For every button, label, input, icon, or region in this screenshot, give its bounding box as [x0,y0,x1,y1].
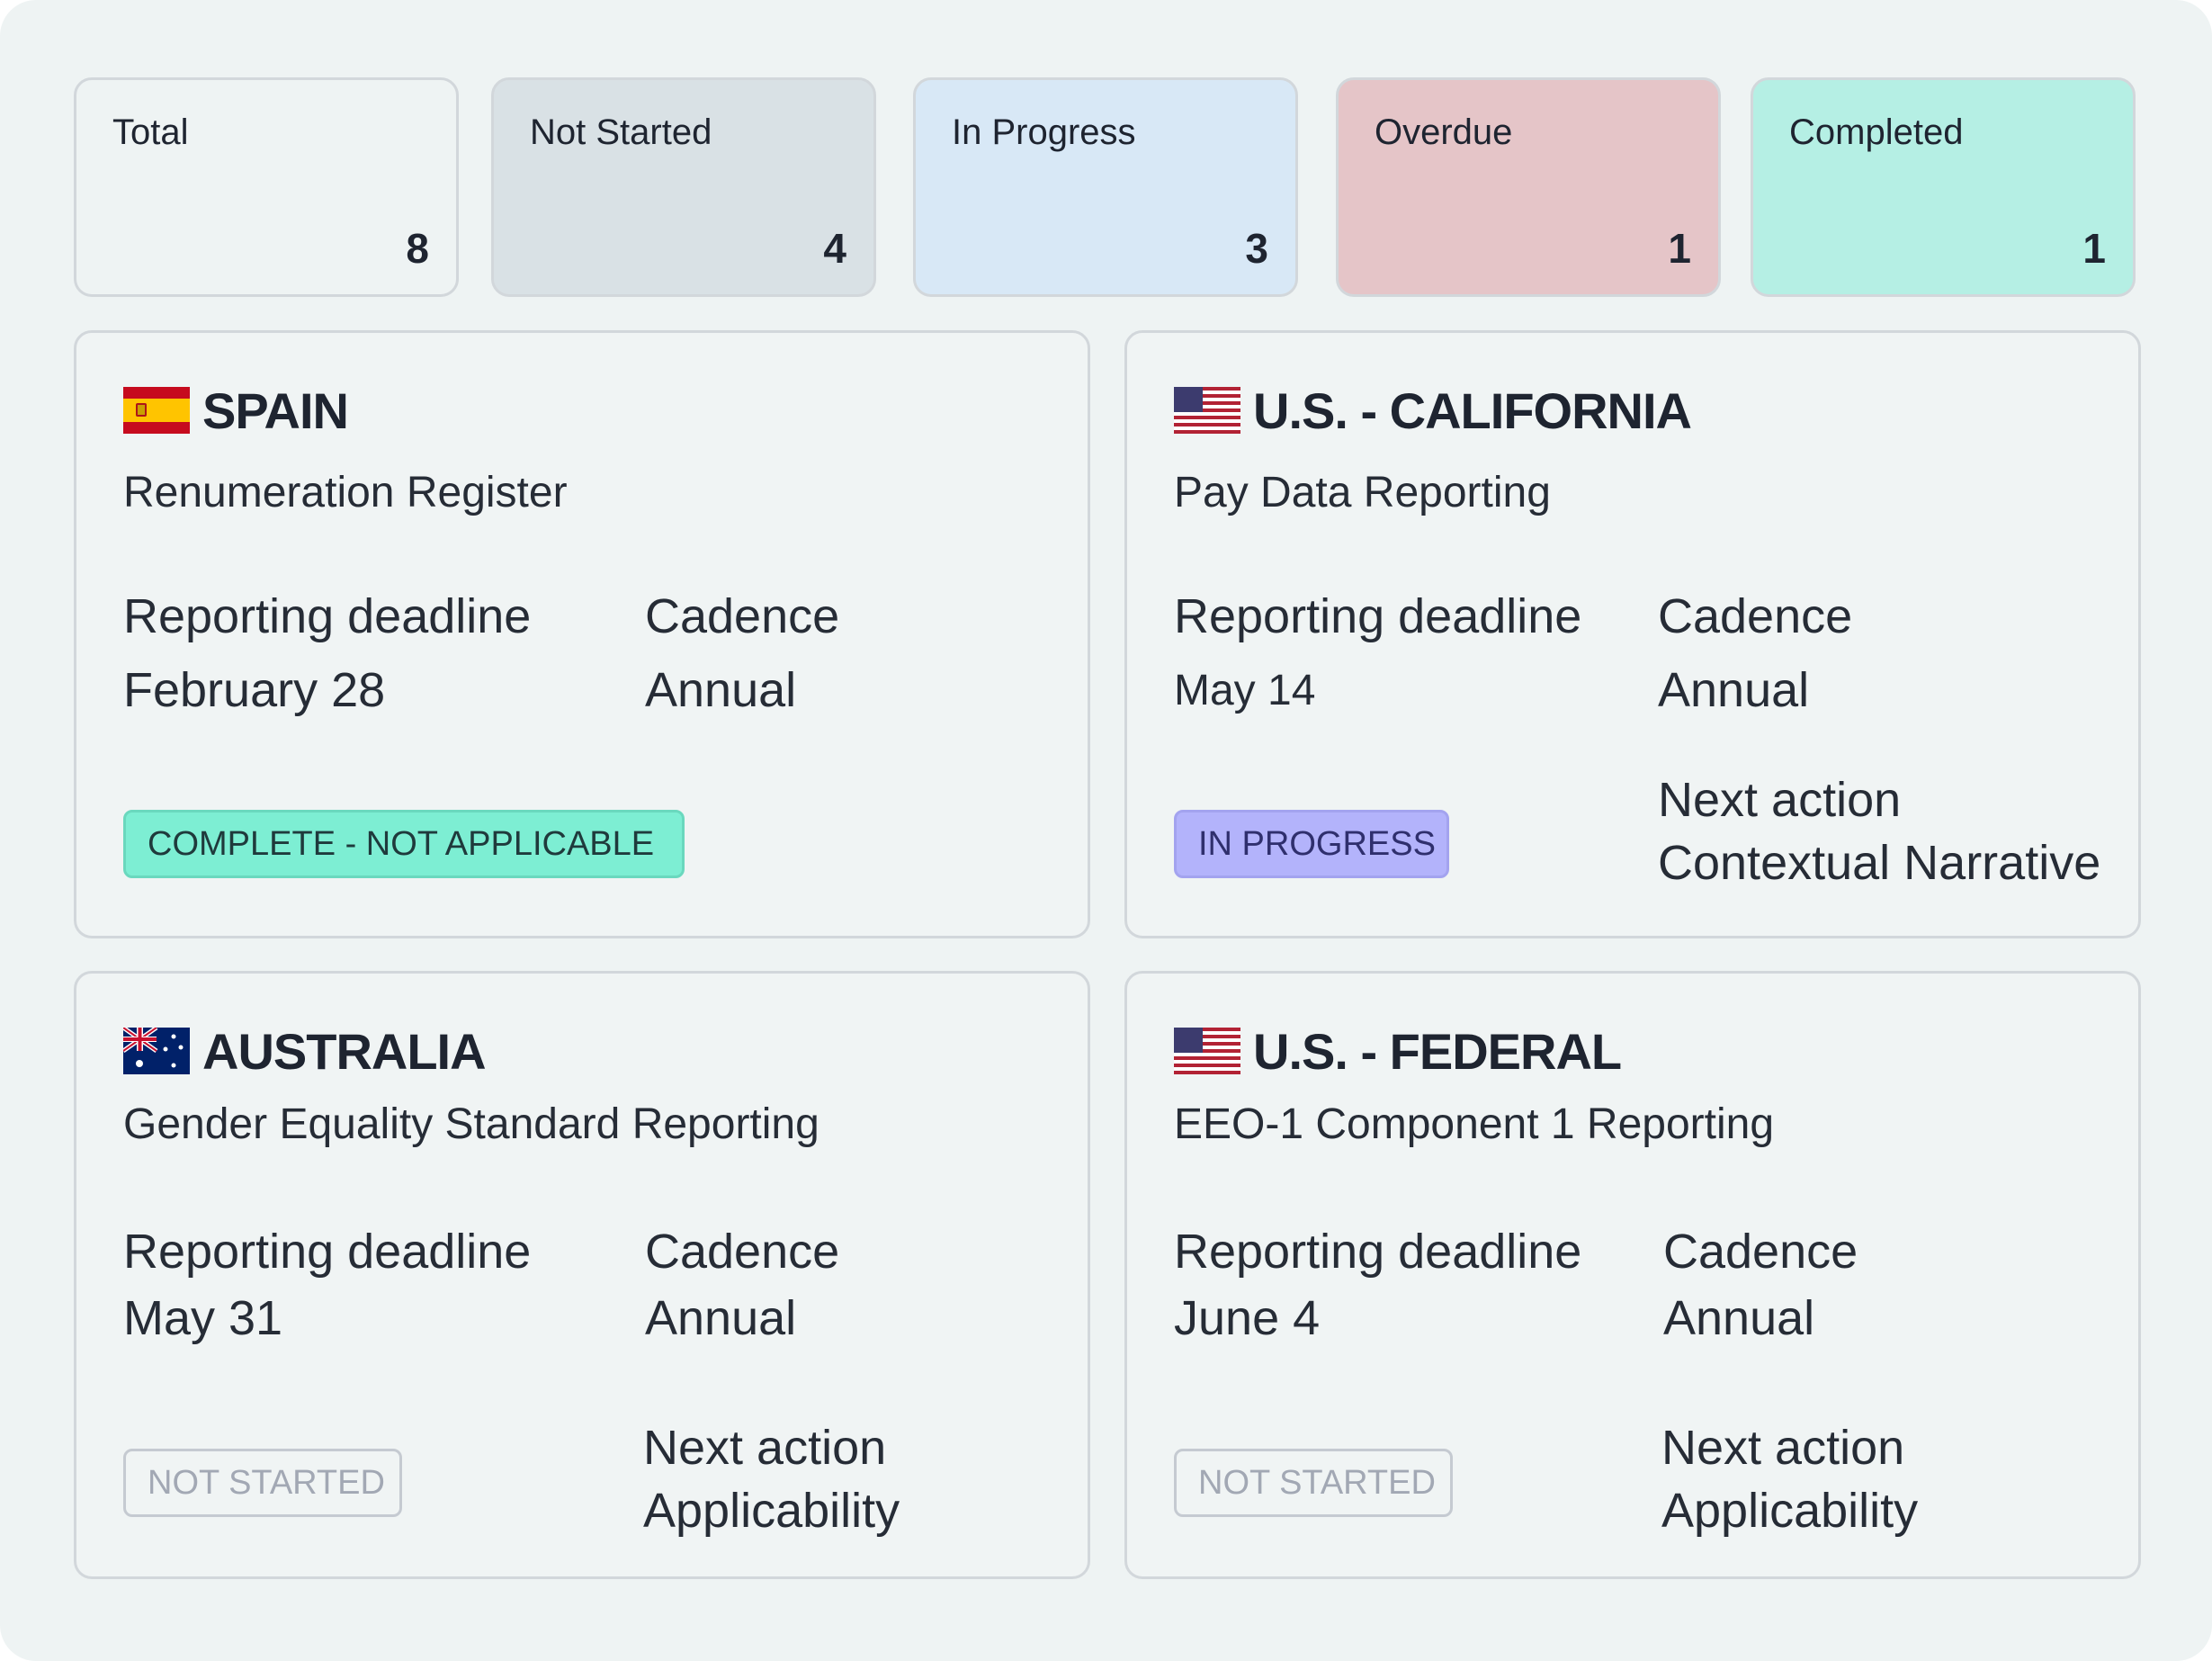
spain-flag-icon [123,387,190,434]
program-name: Renumeration Register [123,468,568,517]
us-flag-icon [1174,387,1240,434]
status-badge: COMPLETE - NOT APPLICABLE [123,810,685,878]
status-badge: IN PROGRESS [1174,810,1449,878]
program-name: EEO-1 Component 1 Reporting [1174,1100,1774,1149]
deadline-value: May 14 [1174,666,1315,715]
stat-value: 8 [406,224,429,273]
stat-card-completed[interactable]: Completed 1 [1751,77,2136,297]
deadline-label: Reporting deadline [123,588,531,644]
next-action-value: Applicability [1661,1483,1918,1539]
country-name: AUSTRALIA [202,1022,486,1081]
program-name: Pay Data Reporting [1174,468,1551,517]
country-name: U.S. - FEDERAL [1253,1022,1621,1081]
stat-label: Total [112,112,189,153]
cadence-label: Cadence [645,588,839,644]
stat-value: 1 [1668,224,1691,273]
deadline-value: February 28 [123,662,385,718]
next-action-label: Next action [643,1420,886,1476]
stat-label: Overdue [1375,112,1512,153]
stat-card-in-progress[interactable]: In Progress 3 [913,77,1298,297]
stat-value: 1 [2082,224,2106,273]
report-card-us-federal[interactable]: U.S. - FEDERAL EEO-1 Component 1 Reporti… [1124,971,2141,1579]
report-card-us-california[interactable]: U.S. - CALIFORNIA Pay Data Reporting Rep… [1124,330,2141,938]
stat-card-overdue[interactable]: Overdue 1 [1336,77,1721,297]
deadline-label: Reporting deadline [1174,588,1581,644]
deadline-label: Reporting deadline [123,1224,531,1279]
status-badge: NOT STARTED [1174,1449,1453,1517]
status-badge: NOT STARTED [123,1449,402,1517]
next-action-value: Applicability [643,1483,900,1539]
australia-flag-icon [123,1028,190,1074]
stat-value: 4 [823,224,846,273]
deadline-value: May 31 [123,1290,282,1346]
deadline-value: June 4 [1174,1290,1320,1346]
next-action-value: Contextual Narrative [1658,835,2100,891]
country-name: U.S. - CALIFORNIA [1253,382,1691,440]
cadence-label: Cadence [645,1224,839,1279]
country-name: SPAIN [202,382,348,440]
deadline-label: Reporting deadline [1174,1224,1581,1279]
program-name: Gender Equality Standard Reporting [123,1100,819,1149]
next-action-label: Next action [1658,772,1901,828]
report-card-australia[interactable]: AUSTRALIA Gender Equality Standard Repor… [74,971,1090,1579]
stat-card-not-started[interactable]: Not Started 4 [491,77,876,297]
stat-label: In Progress [952,112,1136,153]
us-flag-icon [1174,1028,1240,1074]
cadence-value: Annual [1663,1290,1814,1346]
cadence-value: Annual [1658,662,1809,718]
cadence-value: Annual [645,1290,796,1346]
stat-card-total[interactable]: Total 8 [74,77,459,297]
cadence-label: Cadence [1658,588,1852,644]
report-card-spain[interactable]: SPAIN Renumeration Register Reporting de… [74,330,1090,938]
stat-label: Completed [1789,112,1963,153]
dashboard-panel: Total 8 Not Started 4 In Progress 3 Over… [0,0,2212,1661]
stat-label: Not Started [530,112,712,153]
stat-value: 3 [1245,224,1268,273]
cadence-value: Annual [645,662,796,718]
cadence-label: Cadence [1663,1224,1858,1279]
next-action-label: Next action [1661,1420,1904,1476]
